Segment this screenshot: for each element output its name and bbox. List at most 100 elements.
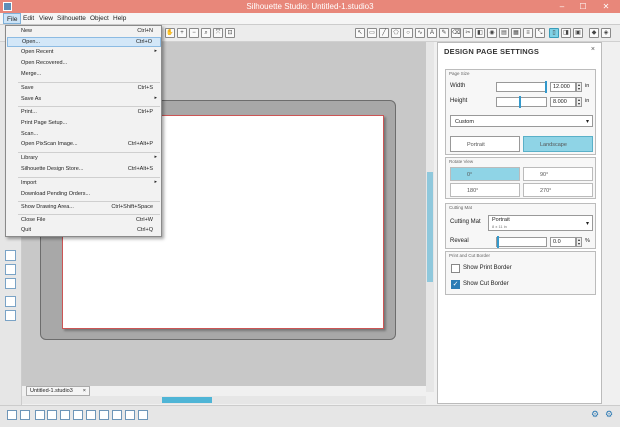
reveal-input[interactable]: 0.0 [550, 237, 576, 247]
zoom-drag-icon[interactable]: ⤧ [213, 28, 223, 38]
menu-item-scan[interactable]: Scan... [7, 130, 161, 140]
width-spinner[interactable]: ▴ ▾ [576, 82, 582, 92]
make-compound-icon[interactable] [125, 410, 135, 420]
portrait-button[interactable]: Portrait [450, 136, 520, 152]
horizontal-scroll-thumb[interactable] [162, 397, 212, 403]
rotate-270-button[interactable]: 270° [523, 183, 593, 197]
minimize-button[interactable]: – [552, 1, 572, 12]
close-window-button[interactable]: ✕ [596, 1, 616, 12]
menu-view[interactable]: View [39, 15, 53, 22]
menu-item-merge[interactable]: Merge... [7, 70, 161, 80]
menu-item-print-page-setup[interactable]: Print Page Setup... [7, 119, 161, 129]
menu-item-open[interactable]: Open... Ctrl+O [7, 37, 161, 47]
eraser-icon[interactable]: ⌫ [451, 28, 461, 38]
cut-settings-icon[interactable]: ◨ [561, 28, 571, 38]
line-style-icon[interactable]: ≡ [523, 28, 533, 38]
menu-item-quit[interactable]: Quit Ctrl+Q [7, 226, 161, 236]
menu-item-design-store[interactable]: Silhouette Design Store... Ctrl+Alt+S [7, 165, 161, 175]
pattern-icon[interactable]: ▦ [511, 28, 521, 38]
reveal-spinner[interactable]: ▴ ▾ [576, 237, 582, 247]
menu-item-new[interactable]: New Ctrl+N [7, 27, 161, 37]
width-slider-knob[interactable] [545, 81, 547, 93]
menu-item-save[interactable]: Save Ctrl+S [7, 84, 161, 94]
duplicate-icon[interactable] [35, 410, 45, 420]
menu-edit[interactable]: Edit [23, 15, 34, 22]
height-slider[interactable] [496, 96, 547, 108]
height-spinner[interactable]: ▴ ▾ [576, 97, 582, 107]
menu-item-open-pixscan[interactable]: Open PixScan Image... Ctrl+Alt+P [7, 140, 161, 150]
menu-file[interactable]: File [3, 13, 22, 24]
maximize-button[interactable]: ☐ [573, 1, 593, 12]
page-settings-icon[interactable]: ▯ [549, 28, 559, 38]
menu-item-save-as[interactable]: Save As ▸ [7, 95, 161, 105]
menu-item-library[interactable]: Library ▸ [7, 154, 161, 164]
select-icon[interactable]: ↖ [355, 28, 365, 38]
settings-gear-icon[interactable]: ⚙ [591, 409, 601, 419]
select-all-icon[interactable] [7, 410, 17, 420]
library-icon[interactable]: ◈ [601, 28, 611, 38]
transform-icon[interactable]: ⤡ [535, 28, 545, 38]
page-size-dropdown[interactable]: Custom ▾ [450, 115, 593, 127]
pan-icon[interactable]: ✋ [165, 28, 175, 38]
rectangle-icon[interactable]: ▭ [367, 28, 377, 38]
document-tab[interactable]: Untitled-1.studio3 × [26, 386, 90, 396]
gradient-icon[interactable]: ▤ [499, 28, 509, 38]
menu-item-import[interactable]: Import ▸ [7, 179, 161, 189]
reveal-slider[interactable] [496, 236, 547, 248]
text-icon[interactable]: A [427, 28, 437, 38]
deselect-icon[interactable] [20, 410, 30, 420]
line-icon[interactable]: ╱ [379, 28, 389, 38]
copy-icon[interactable] [47, 410, 57, 420]
zoom-in-icon[interactable]: + [177, 28, 187, 38]
delete-icon[interactable] [86, 410, 96, 420]
fit-page-icon[interactable]: ⊡ [225, 28, 235, 38]
reveal-slider-knob[interactable] [497, 236, 499, 248]
ungroup-icon[interactable] [112, 410, 122, 420]
menu-item-open-recent[interactable]: Open Recent ▸ [7, 48, 161, 58]
menu-help[interactable]: Help [113, 15, 126, 22]
rotate-180-button[interactable]: 180° [450, 183, 520, 197]
horizontal-scrollbar[interactable] [22, 396, 426, 404]
height-input[interactable]: 8.000 [550, 97, 576, 107]
show-print-border-checkbox[interactable] [451, 264, 460, 273]
paste-icon[interactable] [60, 410, 70, 420]
menu-item-open-recovered[interactable]: Open Recovered... [7, 59, 161, 69]
vertical-scrollbar[interactable] [426, 42, 434, 392]
document-tab-close-icon[interactable]: × [83, 388, 86, 394]
landscape-button[interactable]: Landscape [523, 136, 593, 152]
cutting-mat-dropdown[interactable]: Portrait 8 x 11 in ▾ [488, 215, 593, 231]
replicate-icon[interactable] [5, 296, 16, 307]
ellipse-icon[interactable]: ○ [403, 28, 413, 38]
menu-object[interactable]: Object [90, 15, 109, 22]
group-icon[interactable] [99, 410, 109, 420]
offset-icon[interactable] [5, 278, 16, 289]
preferences-icon[interactable]: ⚙ [605, 409, 615, 419]
pen-icon[interactable]: ✎ [439, 28, 449, 38]
height-slider-knob[interactable] [519, 96, 521, 108]
menu-item-close-file[interactable]: Close File Ctrl+W [7, 216, 161, 226]
show-cut-border-checkbox[interactable]: ✓ [451, 280, 460, 289]
zoom-box-icon[interactable]: ⌕ [201, 28, 211, 38]
release-compound-icon[interactable] [138, 410, 148, 420]
knife-tool-icon[interactable] [5, 264, 16, 275]
store-icon[interactable]: ◆ [589, 28, 599, 38]
vertical-scroll-thumb[interactable] [427, 172, 433, 282]
nest-icon[interactable] [5, 310, 16, 321]
paste-in-front-icon[interactable] [73, 410, 83, 420]
trace-icon[interactable] [5, 250, 16, 261]
send-icon[interactable]: ▣ [573, 28, 583, 38]
width-slider[interactable] [496, 81, 547, 93]
fill-icon[interactable]: ◧ [475, 28, 485, 38]
rotate-0-button[interactable]: 0° [450, 167, 520, 181]
panel-close-icon[interactable]: × [591, 46, 595, 53]
zoom-out-icon[interactable]: − [189, 28, 199, 38]
curve-icon[interactable]: ∿ [415, 28, 425, 38]
polygon-icon[interactable]: ⬠ [391, 28, 401, 38]
menu-item-show-drawing-area[interactable]: Show Drawing Area... Ctrl+Shift+Space [7, 203, 161, 213]
knife-icon[interactable]: ✂ [463, 28, 473, 38]
color-icon[interactable]: ◉ [487, 28, 497, 38]
menu-item-print[interactable]: Print... Ctrl+P [7, 108, 161, 118]
menu-silhouette[interactable]: Silhouette [57, 15, 86, 22]
width-input[interactable]: 12.000 [550, 82, 576, 92]
menu-item-download-pending[interactable]: Download Pending Orders... [7, 190, 161, 200]
